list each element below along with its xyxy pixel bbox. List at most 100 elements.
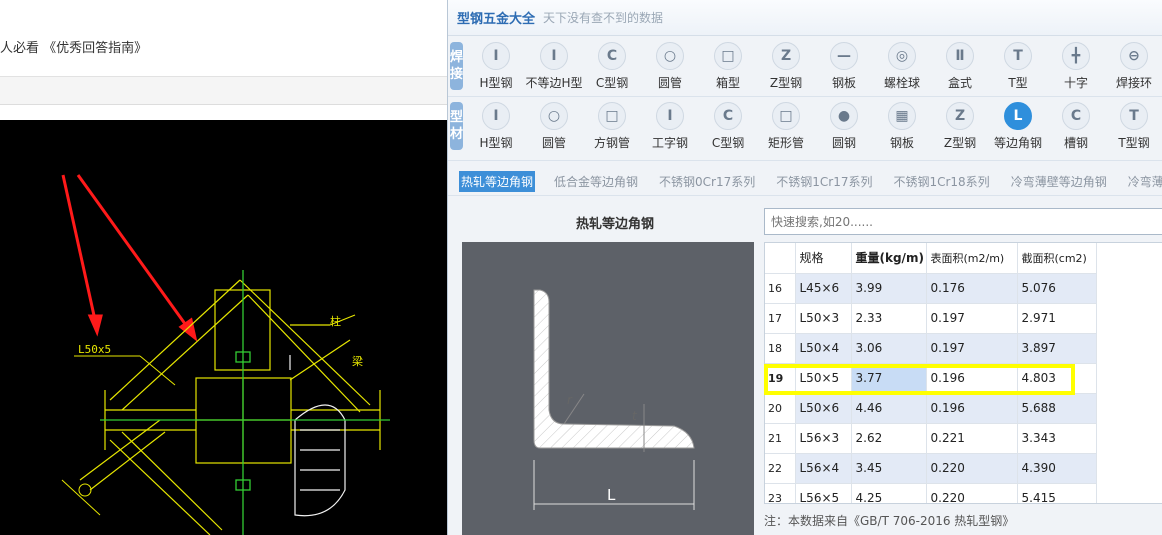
table-row[interactable]: 21 L56×3 2.62 0.221 3.343 (765, 423, 1097, 454)
sub-tab[interactable]: 不锈钢1Cr17系列 (774, 171, 874, 192)
category-item[interactable]: I 不等边H型 (525, 41, 583, 91)
row-index: 18 (765, 333, 796, 364)
weight-cell[interactable]: 3.77 (851, 363, 927, 394)
category-item[interactable]: Z Z型钢 (757, 41, 815, 91)
spec-cell[interactable]: L50×6 (795, 393, 852, 424)
category-item[interactable]: I H型钢 (467, 41, 525, 91)
sub-tab[interactable]: 冷弯薄壁卷边 (1126, 171, 1162, 192)
surface-header[interactable]: 表面积(m2/m) (926, 243, 1018, 274)
area-cell[interactable]: 2.971 (1017, 303, 1097, 334)
area-cell[interactable]: 3.343 (1017, 423, 1097, 454)
table-row[interactable]: 16 L45×6 3.99 0.176 5.076 (765, 273, 1097, 304)
surface-cell[interactable]: 0.220 (926, 453, 1018, 484)
surface-cell[interactable]: 0.176 (926, 273, 1018, 304)
guide-link-text[interactable]: 人必看 《优秀回答指南》 (0, 37, 147, 56)
spec-cell[interactable]: L50×4 (795, 333, 852, 364)
category-item[interactable]: C C型钢 (583, 41, 641, 91)
category-item[interactable]: ╋ 十字 (1047, 41, 1105, 91)
category-item[interactable]: ▦ 钢板 (873, 101, 931, 151)
profile-shape-icon: ● (830, 101, 859, 130)
surface-cell[interactable]: 0.220 (926, 483, 1018, 503)
surface-cell[interactable]: 0.221 (926, 423, 1018, 454)
sub-tab[interactable]: 低合金等边角钢 (552, 171, 640, 192)
cad-label-l50x5: L50x5 (78, 343, 111, 356)
category-label-welded[interactable]: 焊 接 (450, 42, 464, 90)
profile-shape-icon: □ (598, 101, 627, 130)
category-item-label: H型钢 (479, 135, 513, 150)
area-cell[interactable]: 4.803 (1017, 363, 1097, 394)
weight-cell[interactable]: 4.25 (851, 483, 927, 503)
table-row[interactable]: 23 L56×5 4.25 0.220 5.415 (765, 483, 1097, 503)
table-row[interactable]: 20 L50×6 4.46 0.196 5.688 (765, 393, 1097, 424)
spec-header[interactable]: 规格 (795, 243, 852, 274)
spec-cell[interactable]: L56×3 (795, 423, 852, 454)
category-item-label: T型钢 (1118, 135, 1150, 150)
surface-cell[interactable]: 0.196 (926, 393, 1018, 424)
category-item[interactable]: ○ 圆管 (525, 101, 583, 151)
row-index: 19 (765, 363, 796, 394)
weight-cell[interactable]: 3.99 (851, 273, 927, 304)
category-item[interactable]: T T型 (989, 41, 1047, 91)
table-row[interactable]: 18 L50×4 3.06 0.197 3.897 (765, 333, 1097, 364)
category-item[interactable]: I H型钢 (467, 101, 525, 151)
data-source-footnote: 注：本数据来自《GB/T 706-2016 热轧型钢》 (764, 514, 1015, 528)
category-item[interactable]: □ 箱型 (699, 41, 757, 91)
toolbar-strip (0, 77, 447, 105)
category-item[interactable]: ⊖ 焊接环 (1105, 41, 1162, 91)
profile-shape-icon: I (482, 41, 511, 70)
red-arrow-head (87, 314, 103, 337)
quick-search-input[interactable] (764, 208, 1162, 235)
category-item-label: 圆钢 (832, 135, 857, 150)
weight-header[interactable]: 重量(kg/m) (851, 243, 927, 274)
surface-cell[interactable]: 0.196 (926, 363, 1018, 394)
table-row[interactable]: 19 L50×5 3.77 0.196 4.803 (765, 363, 1097, 394)
category-item[interactable]: T T型钢 (1105, 101, 1162, 151)
spec-cell[interactable]: L56×4 (795, 453, 852, 484)
surface-cell[interactable]: 0.197 (926, 333, 1018, 364)
sub-tab[interactable]: 不锈钢1Cr18系列 (891, 171, 991, 192)
red-arrow-line (61, 174, 97, 321)
sub-tab[interactable]: 冷弯薄壁等边角钢 (1009, 171, 1109, 192)
area-cell[interactable]: 5.688 (1017, 393, 1097, 424)
sub-tab[interactable]: 不锈钢0Cr17系列 (657, 171, 757, 192)
category-item[interactable]: I 工字钢 (641, 101, 699, 151)
category-item[interactable]: L 等边角钢 (989, 101, 1047, 151)
sub-tab[interactable]: 热轧等边角钢 (459, 171, 536, 192)
category-item[interactable]: — 钢板 (815, 41, 873, 91)
category-item[interactable]: □ 方钢管 (583, 101, 641, 151)
weight-cell[interactable]: 3.45 (851, 453, 927, 484)
category-item[interactable]: C C型钢 (699, 101, 757, 151)
radius-label: r (567, 393, 573, 407)
area-cell[interactable]: 3.897 (1017, 333, 1097, 364)
app-subtitle: 天下没有查不到的数据 (543, 11, 664, 25)
spec-table-container[interactable]: 规格 重量(kg/m) 表面积(m2/m) 截面积(cm2) 16 L45×6 3.… (764, 242, 1162, 504)
category-item[interactable]: Z Z型钢 (931, 101, 989, 151)
spec-cell[interactable]: L45×6 (795, 273, 852, 304)
cad-drawing-svg: L50x5 柱 梁 (61, 174, 390, 535)
category-item[interactable]: Ⅱ 盒式 (931, 41, 989, 91)
category-item[interactable]: ● 圆钢 (815, 101, 873, 151)
spec-cell[interactable]: L50×3 (795, 303, 852, 334)
cad-drawing: L50x5 柱 梁 (0, 120, 447, 535)
area-cell[interactable]: 5.415 (1017, 483, 1097, 503)
app-title: 型钢五金大全 (457, 12, 536, 27)
area-cell[interactable]: 5.076 (1017, 273, 1097, 304)
surface-cell[interactable]: 0.197 (926, 303, 1018, 334)
weight-cell[interactable]: 2.62 (851, 423, 927, 454)
category-item-label: 不等边H型 (525, 75, 583, 90)
spec-cell[interactable]: L50×5 (795, 363, 852, 394)
weight-cell[interactable]: 4.46 (851, 393, 927, 424)
category-item[interactable]: C 槽钢 (1047, 101, 1105, 151)
category-item[interactable]: ◎ 螺栓球 (873, 41, 931, 91)
area-header[interactable]: 截面积(cm2) (1017, 243, 1097, 274)
spec-cell[interactable]: L56×5 (795, 483, 852, 503)
weight-cell[interactable]: 3.06 (851, 333, 927, 364)
table-row[interactable]: 17 L50×3 2.33 0.197 2.971 (765, 303, 1097, 334)
weight-cell[interactable]: 2.33 (851, 303, 927, 334)
steel-handbook-window: 型钢五金大全 天下没有查不到的数据 焊 接 I H型钢 I 不等边H型 C C型钢 ○ 圆管 □… (447, 0, 1162, 535)
table-row[interactable]: 22 L56×4 3.45 0.220 4.390 (765, 453, 1097, 484)
category-item[interactable]: □ 矩形管 (757, 101, 815, 151)
category-item[interactable]: ○ 圆管 (641, 41, 699, 91)
area-cell[interactable]: 4.390 (1017, 453, 1097, 484)
category-label-profiles[interactable]: 型 材 (450, 102, 464, 150)
